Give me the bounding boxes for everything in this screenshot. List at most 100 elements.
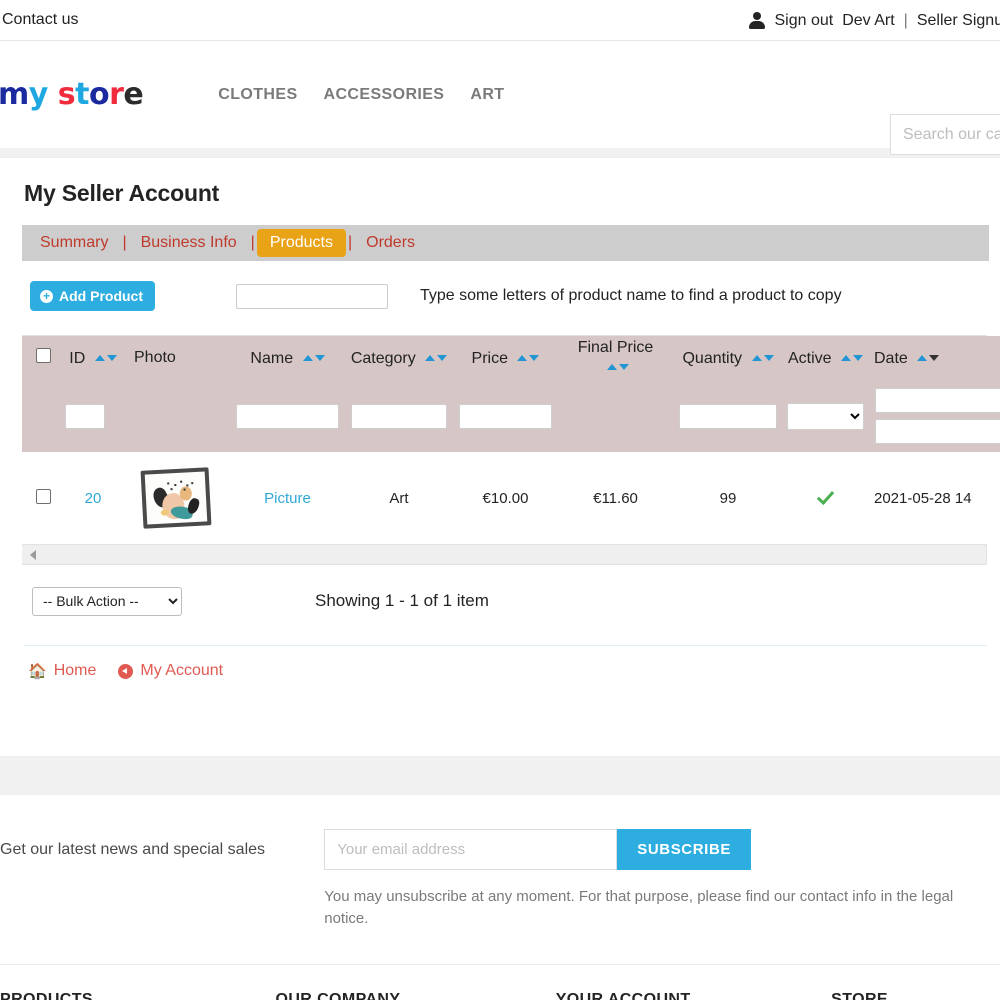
sort-desc-icon[interactable] [763, 355, 774, 361]
logo-letter: s [57, 77, 76, 112]
column-header-quantity[interactable]: Quantity [673, 336, 783, 380]
sort-controls-quantity[interactable] [751, 348, 774, 366]
contact-us-link[interactable]: Contact us [0, 11, 78, 29]
filter-input-id[interactable] [65, 403, 105, 429]
page-bottom-links: 🏠 Home My Account [24, 645, 987, 680]
sort-asc-icon[interactable] [425, 355, 436, 361]
tab-orders[interactable]: Orders [354, 230, 427, 256]
sort-desc-icon[interactable] [529, 355, 540, 361]
table-bottom-bar: -- Bulk Action -- Showing 1 - 1 of 1 ite… [24, 565, 987, 625]
row-category-cell: Art [389, 489, 409, 507]
column-header-id[interactable]: ID [64, 336, 122, 380]
filter-select-active[interactable] [787, 402, 864, 430]
column-header-category[interactable]: Category [345, 336, 453, 380]
sort-desc-icon[interactable] [437, 355, 448, 361]
sort-desc-icon[interactable] [853, 355, 864, 361]
products-table-body: 20 Picture Art €10.00 €11.60 99 2021-05-… [22, 452, 1000, 544]
bulk-action-select[interactable]: -- Bulk Action -- [32, 586, 182, 616]
newsletter-form: Your email address SUBSCRIBE [324, 829, 1000, 870]
sort-controls-date[interactable] [917, 348, 940, 366]
sort-desc-icon[interactable] [106, 355, 117, 361]
logo-letter [48, 77, 58, 112]
select-all-checkbox[interactable] [35, 348, 51, 363]
logo-letter: m [0, 77, 29, 112]
newsletter-note: You may unsubscribe at any moment. For t… [324, 888, 954, 927]
showing-count-text: Showing 1 - 1 of 1 item [315, 591, 489, 610]
newsletter-email-input[interactable]: Your email address [324, 829, 618, 870]
seller-signup-link[interactable]: Seller Signup [917, 12, 1000, 30]
filter-input-category[interactable] [351, 403, 447, 429]
filter-input-price[interactable] [459, 403, 552, 429]
sort-desc-icon[interactable] [619, 364, 629, 370]
row-id-cell: 20 [64, 452, 122, 544]
sort-asc-icon[interactable] [917, 355, 928, 361]
filter-input-date-to[interactable] [875, 419, 1000, 444]
user-name-link[interactable]: Dev Art [842, 12, 894, 30]
column-label-date: Date [874, 350, 908, 367]
product-thumbnail-icon[interactable] [140, 467, 212, 529]
row-name-cell: Picture [230, 452, 345, 544]
add-product-button[interactable]: + Add Product [30, 281, 155, 311]
site-logo[interactable]: my store [0, 77, 144, 112]
logo-letter: r [109, 77, 124, 112]
sort-controls-category[interactable] [425, 348, 448, 366]
product-id-link[interactable]: 20 [85, 490, 102, 507]
sign-out-link[interactable]: Sign out [774, 12, 833, 30]
sort-controls-price[interactable] [517, 348, 540, 366]
sort-controls-id[interactable] [94, 348, 117, 366]
filter-cell-empty [22, 380, 64, 452]
my-account-link[interactable]: My Account [118, 662, 223, 680]
nav-item-accessories[interactable]: ACCESSORIES [324, 86, 445, 104]
sort-controls-final-price[interactable] [607, 357, 629, 375]
column-header-active[interactable]: Active [783, 336, 868, 380]
logo-letter: o [88, 77, 110, 112]
filter-input-name[interactable] [236, 403, 339, 429]
row-date-cell: 2021-05-28 14 [874, 489, 972, 507]
add-product-label: Add Product [59, 288, 143, 304]
row-checkbox[interactable] [35, 488, 51, 504]
sort-desc-icon[interactable] [929, 355, 940, 361]
home-link[interactable]: 🏠 Home [28, 662, 96, 680]
table-row[interactable]: 20 Picture Art €10.00 €11.60 99 2021-05-… [22, 452, 1000, 544]
filter-cell-price [453, 380, 558, 452]
newsletter-heading: Get our latest news and special sales [0, 841, 266, 858]
table-header-row: ID Photo Name Category Price Final Price… [22, 336, 1000, 380]
column-header-name[interactable]: Name [230, 336, 345, 380]
scroll-left-arrow-icon[interactable] [30, 549, 36, 560]
main-navigation: CLOTHES ACCESSORIES ART [218, 86, 504, 104]
column-header-final-price[interactable]: Final Price [558, 336, 673, 380]
column-label-active: Active [787, 350, 832, 367]
tab-summary[interactable]: Summary [28, 230, 120, 256]
products-table-wrapper: ID Photo Name Category Price Final Price… [22, 335, 1000, 565]
filter-cell-name [230, 380, 345, 452]
search-input[interactable]: Search our catalog [890, 114, 1000, 155]
sort-asc-icon[interactable] [751, 355, 762, 361]
row-quantity-cell: 99 [719, 489, 737, 507]
filter-input-date-from[interactable] [875, 388, 1000, 413]
sort-asc-icon[interactable] [607, 364, 617, 370]
tab-business-info[interactable]: Business Info [129, 230, 249, 256]
column-label-photo: Photo [134, 349, 176, 366]
product-name-link[interactable]: Picture [264, 490, 311, 507]
sort-controls-active[interactable] [841, 348, 864, 366]
sort-asc-icon[interactable] [302, 355, 313, 361]
sort-controls-name[interactable] [302, 348, 325, 366]
nav-item-clothes[interactable]: CLOTHES [218, 86, 297, 104]
subscribe-button[interactable]: SUBSCRIBE [617, 829, 751, 870]
user-icon [749, 12, 766, 29]
sort-asc-icon[interactable] [94, 355, 105, 361]
footer-heading-store-information: STORE INFORMATION [831, 990, 888, 1000]
column-header-date[interactable]: Date [868, 336, 1000, 380]
column-header-price[interactable]: Price [453, 336, 558, 380]
tab-products[interactable]: Products [256, 229, 346, 257]
green-check-icon [817, 488, 834, 505]
nav-item-art[interactable]: ART [470, 86, 504, 104]
table-filter-row [22, 380, 1000, 452]
horizontal-scrollbar[interactable] [22, 544, 986, 564]
sort-asc-icon[interactable] [517, 355, 528, 361]
sort-desc-icon[interactable] [314, 355, 325, 361]
filter-input-quantity[interactable] [679, 403, 777, 429]
column-label-category: Category [350, 350, 416, 367]
product-copy-search-input[interactable] [236, 283, 388, 309]
sort-asc-icon[interactable] [841, 355, 852, 361]
